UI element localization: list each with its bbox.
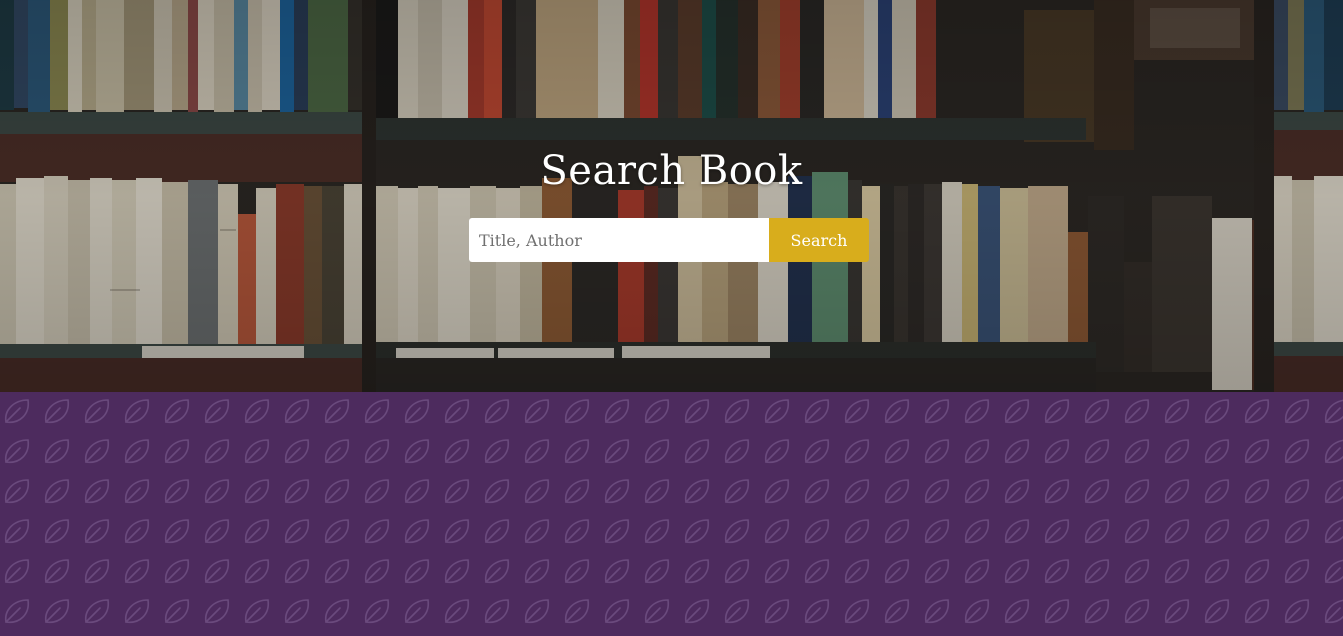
leaf-pattern-background [0, 392, 1343, 636]
search-input[interactable] [469, 218, 769, 262]
hero-content: Search Book [0, 140, 1343, 202]
hero-banner: Search Book Search [0, 0, 1343, 392]
search-form: Search [469, 218, 869, 262]
page-title: Search Book [540, 148, 803, 194]
search-button[interactable]: Search [769, 218, 869, 262]
results-area [0, 392, 1343, 636]
